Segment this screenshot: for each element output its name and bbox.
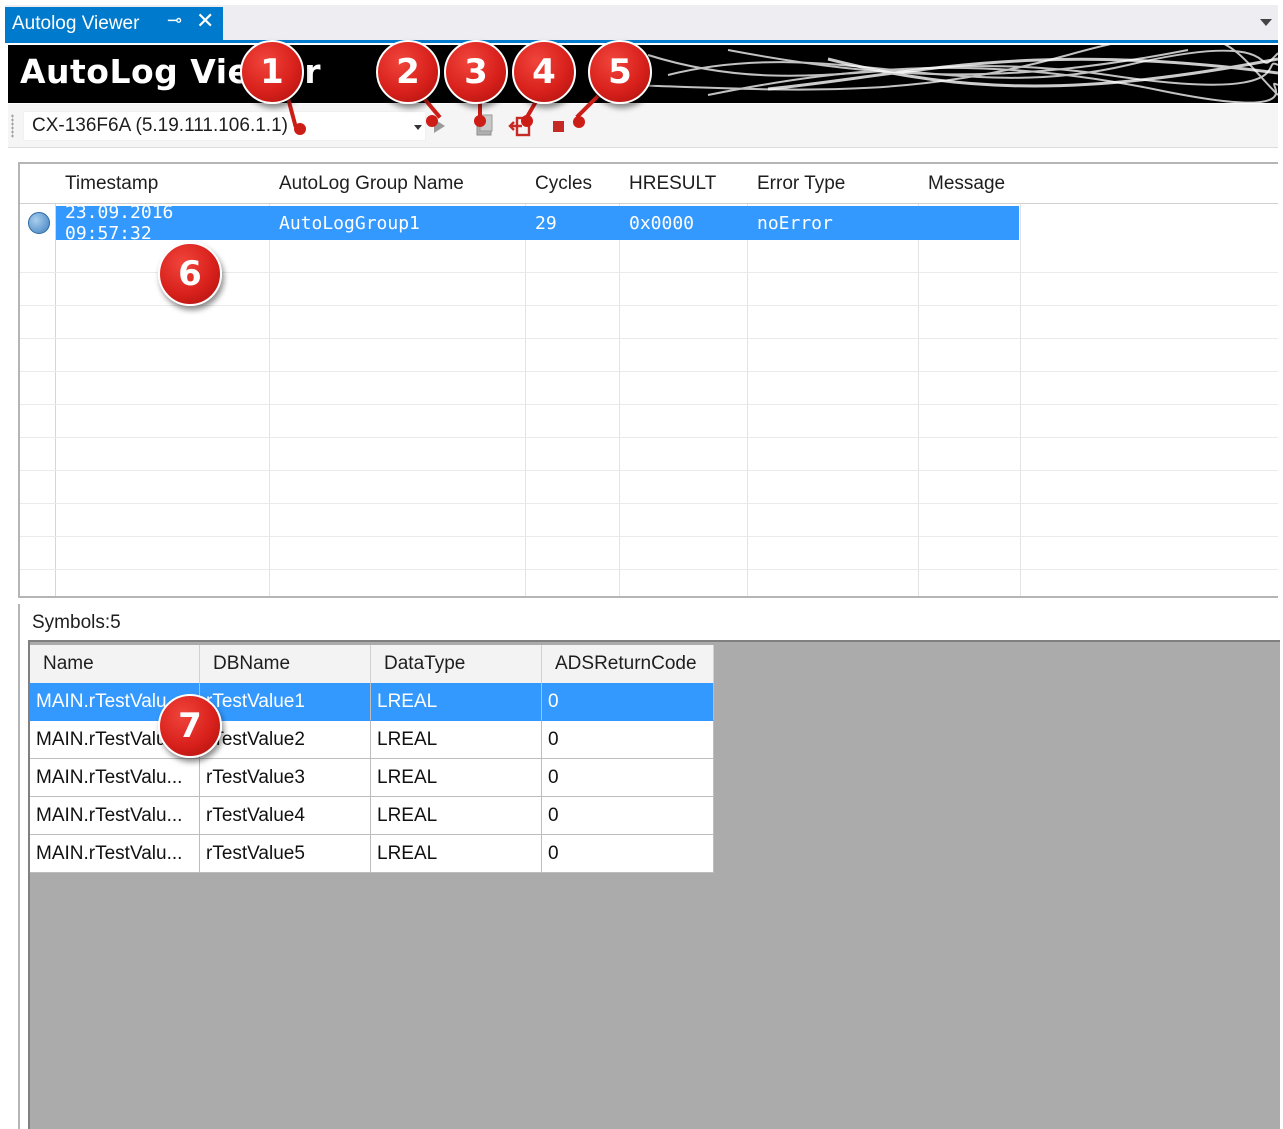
cell-adsreturncode[interactable]: 0 [542,683,714,721]
callout-badge-5: 5 [588,40,652,104]
table-row[interactable]: MAIN.rTestValu... rTestValue4 LREAL 0 [30,797,714,835]
tab-autolog-viewer[interactable]: Autolog Viewer ⊸ ✕ [5,7,223,40]
cell-message[interactable] [919,206,1021,240]
target-system-select[interactable]: CX-136F6A (5.19.111.106.1.1) [23,111,426,141]
stop-button[interactable] [545,112,573,140]
table-row[interactable]: MAIN.rTestValu... rTestValue1 LREAL 0 [30,683,714,721]
cell-adsreturncode[interactable]: 0 [542,759,714,797]
chevron-down-icon[interactable] [1260,19,1272,26]
pin-icon[interactable]: ⊸ [167,10,182,31]
tab-title: Autolog Viewer [12,12,140,34]
table-row[interactable]: MAIN.rTestValu... rTestValue5 LREAL 0 [30,835,714,873]
col-header-adsreturncode[interactable]: ADSReturnCode [542,645,714,683]
cell-timestamp[interactable]: 23.09.2016 09:57:32 [56,202,270,244]
symbols-panel: Symbols:5 Name DBName DataType ADSReturn… [18,604,1280,1129]
cell-datatype[interactable]: LREAL [371,797,542,835]
table-row[interactable]: MAIN.rTestValu... rTestValue2 LREAL 0 [30,721,714,759]
cell-datatype[interactable]: LREAL [371,835,542,873]
col-header-datatype[interactable]: DataType [371,645,542,683]
empty-row [20,438,1278,471]
col-header-cycles[interactable]: Cycles [526,164,620,204]
cell-adsreturncode[interactable]: 0 [542,721,714,759]
empty-row [20,306,1278,339]
cell-name[interactable]: MAIN.rTestValu... [30,759,200,797]
empty-row [20,471,1278,504]
cell-cycles[interactable]: 29 [526,206,620,240]
cell-datatype[interactable]: LREAL [371,683,542,721]
chevron-down-icon[interactable] [414,125,422,130]
col-header-message[interactable]: Message [919,164,1021,204]
empty-row [20,372,1278,405]
cell-hresult[interactable]: 0x0000 [620,206,748,240]
callout-badge-2: 2 [376,40,440,104]
empty-row [20,570,1278,596]
col-header-hresult[interactable]: HRESULT [620,164,748,204]
col-header-group-name[interactable]: AutoLog Group Name [270,164,526,204]
toolbar: CX-136F6A (5.19.111.106.1.1) [8,104,1278,148]
callout-badge-6: 6 [158,242,222,306]
status-ok-icon [28,212,50,234]
col-header-timestamp[interactable]: Timestamp [56,164,270,204]
callout-badge-3: 3 [444,40,508,104]
document-tab-strip: Autolog Viewer ⊸ ✕ [5,5,1278,43]
cell-name[interactable]: MAIN.rTestValu... [30,835,200,873]
col-header-name[interactable]: Name [30,645,200,683]
callout-leader-dot [426,115,438,127]
empty-row [20,405,1278,438]
col-header-error-type[interactable]: Error Type [748,164,919,204]
cell-group-name[interactable]: AutoLogGroup1 [270,206,526,240]
empty-row [20,537,1278,570]
cell-name[interactable]: MAIN.rTestValu... [30,797,200,835]
callout-badge-7: 7 [158,694,222,758]
callout-badge-1: 1 [240,40,304,104]
callout-leader-dot [573,116,585,128]
target-system-value: CX-136F6A (5.19.111.106.1.1) [32,115,288,136]
empty-row [20,504,1278,537]
symbols-count-label: Symbols:5 [32,612,121,633]
autolog-events-grid[interactable]: Timestamp AutoLog Group Name Cycles HRES… [18,162,1278,598]
close-icon[interactable]: ✕ [196,8,214,34]
cell-error-type[interactable]: noError [748,206,919,240]
cell-dbname[interactable]: rTestValue4 [200,797,371,835]
cell-datatype[interactable]: LREAL [371,759,542,797]
stop-icon [553,121,564,132]
cell-dbname[interactable]: rTestValue2 [200,721,371,759]
events-header: Timestamp AutoLog Group Name Cycles HRES… [20,164,1278,204]
cell-dbname[interactable]: rTestValue5 [200,835,371,873]
callout-leader-dot [294,123,306,135]
col-header-dbname[interactable]: DBName [200,645,371,683]
cell-dbname[interactable]: rTestValue3 [200,759,371,797]
cell-dbname[interactable]: rTestValue1 [200,683,371,721]
callout-badge-4: 4 [512,40,576,104]
empty-row [20,339,1278,372]
cell-datatype[interactable]: LREAL [371,721,542,759]
cell-adsreturncode[interactable]: 0 [542,797,714,835]
table-row[interactable]: MAIN.rTestValu... rTestValue3 LREAL 0 [30,759,714,797]
callout-leader-dot [474,115,486,127]
cell-adsreturncode[interactable]: 0 [542,835,714,873]
toolbar-grip[interactable] [11,114,14,138]
callout-leader-dot [521,115,533,127]
